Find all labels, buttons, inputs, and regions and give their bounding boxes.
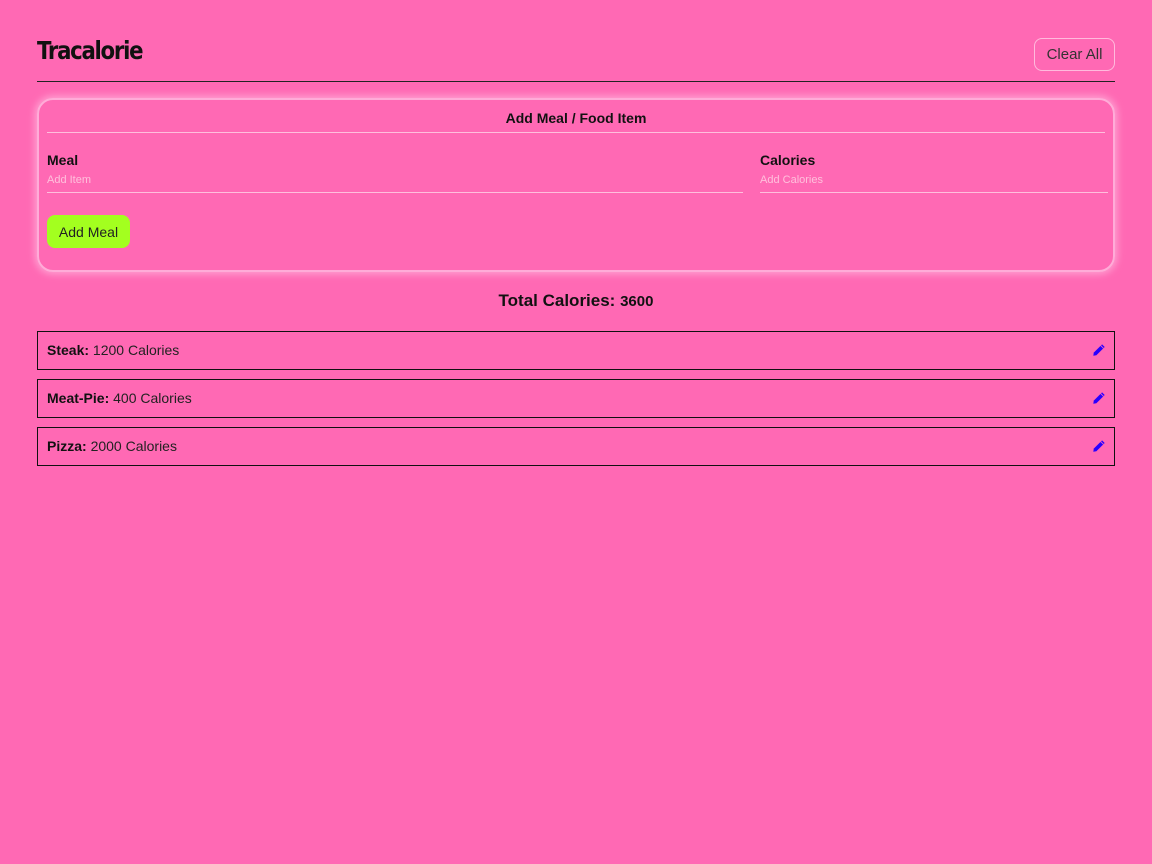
calories-field: Calories	[760, 152, 1108, 193]
meal-field: Meal	[47, 152, 743, 193]
total-calories-label: Total Calories:	[498, 291, 616, 310]
meal-label: Meal	[47, 152, 79, 168]
add-meal-card-title: Add Meal / Food Item	[47, 108, 1105, 133]
app-header: Tracalorie Clear All	[37, 0, 1115, 82]
pencil-icon[interactable]	[1092, 391, 1106, 405]
meal-item-calories: 1200 Calories	[92, 342, 180, 358]
meal-input[interactable]	[47, 172, 743, 193]
meal-list: Steak: 1200 Calories Meat-Pie: 400 Calor…	[37, 331, 1115, 475]
add-meal-button[interactable]: Add Meal	[47, 215, 130, 248]
add-meal-card: Add Meal / Food Item Meal Calories Add M…	[37, 98, 1115, 272]
meal-item-name: Pizza:	[47, 438, 87, 454]
clear-all-button[interactable]: Clear All	[1034, 38, 1115, 71]
total-calories-value: 3600	[620, 293, 654, 310]
total-calories: Total Calories: 3600	[37, 291, 1115, 311]
pencil-icon[interactable]	[1092, 439, 1106, 453]
meal-item-calories: 400 Calories	[113, 390, 192, 406]
app-title: Tracalorie	[37, 36, 144, 65]
pencil-icon[interactable]	[1092, 343, 1106, 357]
app-container: Tracalorie Clear All Add Meal / Food Ite…	[37, 0, 1115, 466]
meal-item-name: Meat-Pie:	[47, 390, 110, 406]
calories-input[interactable]	[760, 172, 1108, 193]
meal-item: Pizza: 2000 Calories	[37, 427, 1115, 466]
meal-item: Steak: 1200 Calories	[37, 331, 1115, 370]
calories-label: Calories	[760, 152, 816, 168]
meal-item-name: Steak:	[47, 342, 90, 358]
meal-item: Meat-Pie: 400 Calories	[37, 379, 1115, 418]
meal-item-calories: 2000 Calories	[90, 438, 177, 454]
